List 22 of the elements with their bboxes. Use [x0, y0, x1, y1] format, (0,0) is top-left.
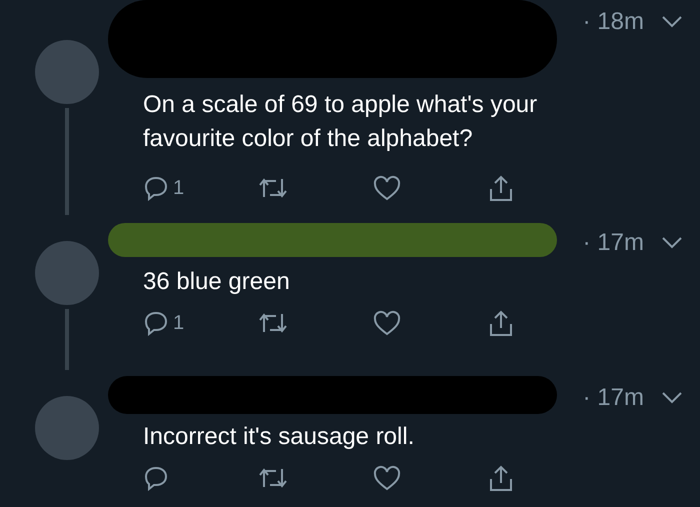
heart-icon	[373, 465, 401, 491]
reply-icon	[143, 465, 169, 491]
tweet-text: 36 blue green	[143, 267, 291, 297]
tweet-time: · 17m	[582, 229, 644, 257]
tweet-text: Incorrect it's sausage roll.	[143, 422, 416, 452]
reply-icon	[143, 310, 169, 336]
chevron-down-icon[interactable]	[662, 392, 682, 404]
reply-count: 1	[173, 176, 184, 200]
heart-icon	[373, 310, 401, 336]
reply-count: 1	[173, 312, 184, 334]
chevron-down-icon[interactable]	[662, 237, 682, 249]
share-icon	[488, 309, 514, 337]
tweet-time: · 18m	[582, 8, 644, 36]
chevron-down-icon[interactable]	[662, 16, 682, 28]
tweet-time: · 17m	[582, 384, 644, 412]
heart-icon	[373, 175, 401, 201]
reply-button[interactable]: 1	[143, 174, 258, 202]
reply-button[interactable]: 1	[143, 309, 258, 337]
reply-icon	[143, 175, 169, 201]
share-icon	[488, 174, 514, 202]
tweet-text: On a scale of 69 to apple what's your favourite color of the alphabet?	[143, 90, 538, 154]
share-icon	[488, 464, 514, 492]
